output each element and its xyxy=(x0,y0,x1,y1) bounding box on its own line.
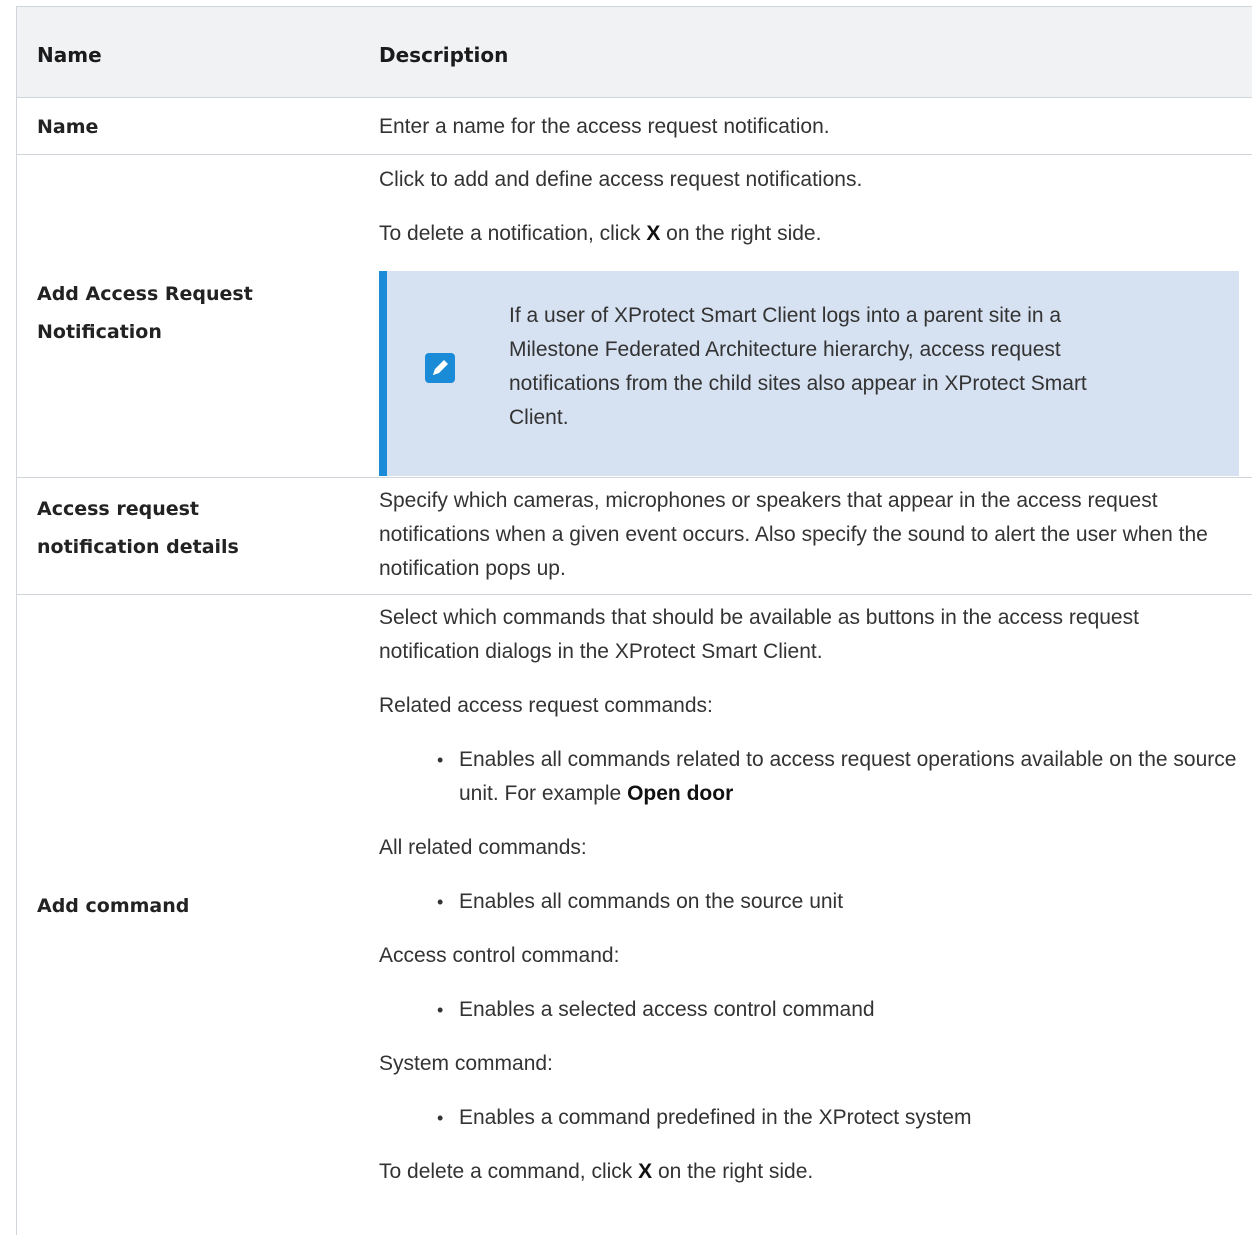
command-intro: Select which commands that should be ava… xyxy=(379,606,1139,663)
access-control-title: Access control command: xyxy=(379,944,620,967)
all-commands-title: All related commands: xyxy=(379,836,587,859)
related-commands-title: Related access request commands: xyxy=(379,694,713,717)
delete-command-x: X xyxy=(638,1160,653,1183)
delete-command-text: To delete a command, click X on the righ… xyxy=(379,1155,1239,1189)
delete-command-post: on the right side. xyxy=(652,1160,814,1183)
delete-command-pre: To delete a command, click xyxy=(379,1160,639,1183)
table-row-details: Access request notification details Spec… xyxy=(16,477,1252,594)
row-add-command-description: Select which commands that should be ava… xyxy=(379,601,1239,1209)
add-notification-text: Click to add and define access request n… xyxy=(379,168,863,191)
access-control-bullet: Enables a selected access control comman… xyxy=(379,993,1239,1027)
related-commands-bullet: Enables all commands related to access r… xyxy=(379,743,1239,811)
delete-notification-text: To delete a notification, click X on the… xyxy=(379,217,1239,251)
header-description: Description xyxy=(379,43,509,67)
system-command-bullet: Enables a command predefined in the XPro… xyxy=(379,1101,1239,1135)
delete-notification-pre: To delete a notification, click xyxy=(379,222,647,245)
row-add-command-label: Add command xyxy=(37,895,190,917)
table-row-name: Name Enter a name for the access request… xyxy=(16,97,1252,154)
row-details-label: Access request notification details xyxy=(37,498,239,558)
table-row-add-command: Add command Select which commands that s… xyxy=(16,594,1252,1235)
system-command-title: System command: xyxy=(379,1052,553,1075)
table-header: Name Description xyxy=(16,6,1252,97)
delete-notification-post: on the right side. xyxy=(660,222,822,245)
properties-table: Name Description Name Enter a name for t… xyxy=(16,6,1252,1235)
delete-x-label: X xyxy=(646,222,661,245)
row-add-notification-label: Add Access Request Notification xyxy=(37,283,253,343)
pencil-icon xyxy=(425,353,455,383)
note-text: If a user of XProtect Smart Client logs … xyxy=(509,304,1087,429)
header-name: Name xyxy=(37,43,102,67)
related-bullet-text: Enables all commands related to access r… xyxy=(459,748,1237,805)
table-row-add-notification: Add Access Request Notification Click to… xyxy=(16,154,1252,477)
note-box: If a user of XProtect Smart Client logs … xyxy=(379,271,1239,476)
row-name-label: Name xyxy=(37,116,99,138)
row-name-description: Enter a name for the access request noti… xyxy=(379,115,830,138)
row-details-description: Specify which cameras, microphones or sp… xyxy=(379,489,1208,580)
open-door-label: Open door xyxy=(627,782,734,805)
row-add-notification-description: Click to add and define access request n… xyxy=(379,163,1239,271)
all-commands-bullet: Enables all commands on the source unit xyxy=(379,885,1239,919)
